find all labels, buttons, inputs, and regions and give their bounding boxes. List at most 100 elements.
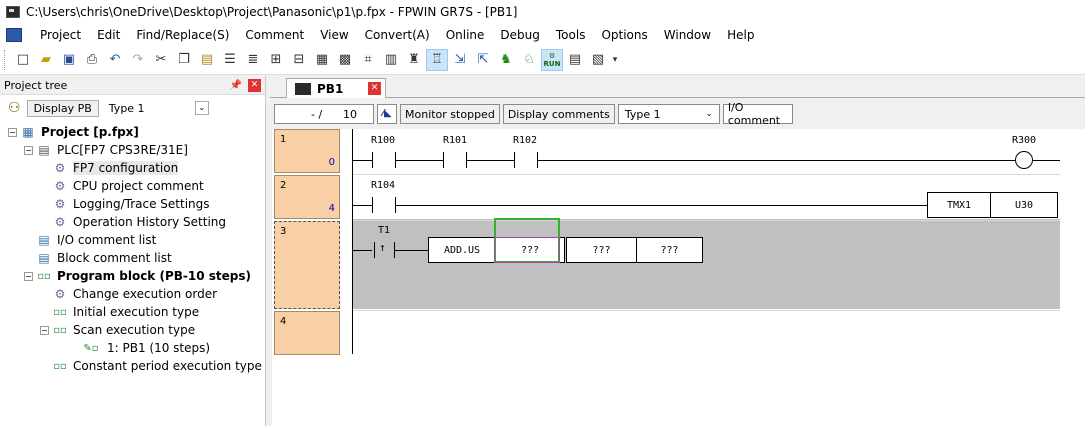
tree-item-scan-execution-type[interactable]: − ▫▫ Scan execution type	[0, 321, 265, 339]
print-icon[interactable]: ⎙	[81, 49, 103, 71]
insert-column-icon[interactable]: ⊞	[265, 49, 287, 71]
tree-view-icon[interactable]: ⚇	[8, 100, 21, 116]
app-menu-icon[interactable]	[6, 27, 22, 42]
rung-number-3[interactable]: 3	[274, 221, 340, 309]
display-pb-button[interactable]: Display PB	[26, 99, 99, 117]
tree-item-block-comment-list[interactable]: ▤ Block comment list	[0, 249, 265, 267]
menu-options[interactable]: Options	[593, 28, 655, 42]
timer-value[interactable]: U30	[990, 192, 1058, 218]
chevron-down-icon[interactable]: ⌄	[705, 109, 713, 119]
compile-icon[interactable]: ▦	[311, 49, 333, 71]
collapse-icon[interactable]: −	[8, 127, 17, 137]
cut-icon[interactable]: ✂	[150, 49, 172, 71]
insert-row-icon[interactable]: ☰	[219, 49, 241, 71]
upload-icon[interactable]: ⇱	[472, 49, 494, 71]
menu-project[interactable]: Project	[32, 28, 89, 42]
operand-2[interactable]: ???	[566, 237, 637, 263]
collapse-icon[interactable]: −	[40, 325, 49, 335]
tree-item-fp7-configuration[interactable]: ⚙ FP7 configuration	[0, 159, 265, 177]
tree-item-cpu-project-comment[interactable]: ⚙ CPU project comment	[0, 177, 265, 195]
grid-icon[interactable]: ▥	[380, 49, 402, 71]
tree-item-io-comment-list[interactable]: ▤ I/O comment list	[0, 231, 265, 249]
chevron-down-icon[interactable]: ⌄	[194, 101, 209, 115]
contact-t1-rising[interactable]	[374, 242, 375, 258]
rung-number-1[interactable]: 1 0	[274, 129, 340, 173]
status-icon[interactable]: ▤	[564, 49, 586, 71]
contact-t1-label: T1	[378, 225, 391, 236]
operand-3[interactable]: ???	[636, 237, 703, 263]
new-file-icon[interactable]: □	[12, 49, 34, 71]
contact-r102-label: R102	[513, 135, 538, 146]
tree-item-constant-period[interactable]: ▫▫ Constant period execution type	[0, 357, 265, 375]
open-folder-icon[interactable]: ▰	[35, 49, 57, 71]
contact-r101-label: R101	[443, 135, 468, 146]
tree-type-select[interactable]: Type 1 ⌄	[109, 101, 209, 115]
contact-r102[interactable]	[514, 152, 515, 168]
download-icon[interactable]: ⇲	[449, 49, 471, 71]
main-toolbar: □ ▰ ▣ ⎙ ↶ ↷ ✂ ❐ ▤ ☰ ≣ ⊞ ⊟ ▦ ▩ ⌗ ▥ ♜ ♖ ⇲ …	[0, 45, 1085, 75]
rung-divider	[352, 220, 1062, 221]
tree-item-logging-trace[interactable]: ⚙ Logging/Trace Settings	[0, 195, 265, 213]
pencil-icon: ✎▫	[83, 342, 99, 354]
undo-icon[interactable]: ↶	[104, 49, 126, 71]
contact-r100[interactable]	[372, 152, 373, 168]
tree-item-pb1[interactable]: ✎▫ 1: PB1 (10 steps)	[0, 339, 265, 357]
timer-instruction[interactable]: TMX1	[927, 192, 991, 218]
toolbar-grip[interactable]	[4, 49, 8, 70]
menu-convert[interactable]: Convert(A)	[357, 28, 438, 42]
menu-comment[interactable]: Comment	[237, 28, 312, 42]
coil-r300-label: R300	[1012, 135, 1037, 146]
monitor-toggle-icon[interactable]: ⁄◣	[377, 104, 397, 124]
io-comment-field[interactable]: I/O comment	[722, 101, 793, 127]
close-icon[interactable]: ✕	[248, 78, 261, 92]
tree-item-operation-history[interactable]: ⚙ Operation History Setting	[0, 213, 265, 231]
contact-r104[interactable]	[372, 197, 373, 213]
instruction-add-us[interactable]: ADD.US	[428, 237, 496, 263]
plc-icon[interactable]: ♜	[403, 49, 425, 71]
program-block-icon: ▫▫	[53, 324, 67, 336]
menu-edit[interactable]: Edit	[89, 28, 128, 42]
delete-column-icon[interactable]: ⊟	[288, 49, 310, 71]
collapse-icon[interactable]: −	[24, 271, 33, 281]
ladder-editor[interactable]: 1 0 2 4 3 4 R100 R101 R102 R300 R104 TMX…	[272, 129, 1085, 426]
tree-item-initial-execution-type[interactable]: ▫▫ Initial execution type	[0, 303, 265, 321]
menu-help[interactable]: Help	[719, 28, 762, 42]
block-convert-icon[interactable]: ⌗	[357, 49, 379, 71]
contact-r101[interactable]	[443, 152, 444, 168]
vertical-scrollbar[interactable]	[1060, 129, 1085, 426]
copy-icon[interactable]: ❐	[173, 49, 195, 71]
menu-online[interactable]: Online	[438, 28, 493, 42]
plc-connect-icon[interactable]: ♖	[426, 48, 448, 71]
coil-r300[interactable]	[1015, 151, 1033, 169]
rung-number-2[interactable]: 2 4	[274, 175, 340, 219]
menu-window[interactable]: Window	[656, 28, 719, 42]
tab-pb1[interactable]: PB1 ✕	[286, 78, 386, 98]
step-field[interactable]: - / 10	[274, 104, 374, 124]
settings-icon[interactable]: ▧	[587, 49, 609, 71]
tree-item-change-execution-order[interactable]: ⚙ Change execution order	[0, 285, 265, 303]
tree-item-program-block[interactable]: − ▫▫ Program block (PB-10 steps)	[0, 267, 265, 285]
run-mode-icon[interactable]: ⚙ RUN	[541, 48, 563, 71]
save-icon[interactable]: ▣	[58, 49, 80, 71]
delete-row-icon[interactable]: ≣	[242, 49, 264, 71]
tree-item-project[interactable]: − ▦ Project [p.fpx]	[0, 123, 265, 141]
menu-find-replace[interactable]: Find/Replace(S)	[128, 28, 237, 42]
close-icon[interactable]: ✕	[368, 82, 381, 95]
menu-tools[interactable]: Tools	[548, 28, 594, 42]
paste-icon[interactable]: ▤	[196, 49, 218, 71]
convert-icon[interactable]: ▩	[334, 49, 356, 71]
pin-icon[interactable]: 📌	[230, 80, 242, 91]
monitor-start-icon[interactable]: ♞	[495, 49, 517, 71]
project-icon: ▦	[22, 125, 34, 139]
monitor-stop-icon[interactable]: ♘	[518, 49, 540, 71]
redo-icon[interactable]: ↷	[127, 49, 149, 71]
toolbar-overflow-icon[interactable]: ▾	[610, 49, 620, 71]
contact-r104-label: R104	[371, 180, 396, 191]
tree-item-plc[interactable]: − ▤ PLC[FP7 CPS3RE/31E]	[0, 141, 265, 159]
collapse-icon[interactable]: −	[24, 145, 33, 155]
menu-view[interactable]: View	[312, 28, 356, 42]
comment-type-select[interactable]: Type 1 ⌄	[617, 104, 720, 124]
display-comments-button[interactable]: Display comments	[502, 104, 615, 124]
rung-number-4[interactable]: 4	[274, 311, 340, 355]
menu-debug[interactable]: Debug	[492, 28, 547, 42]
